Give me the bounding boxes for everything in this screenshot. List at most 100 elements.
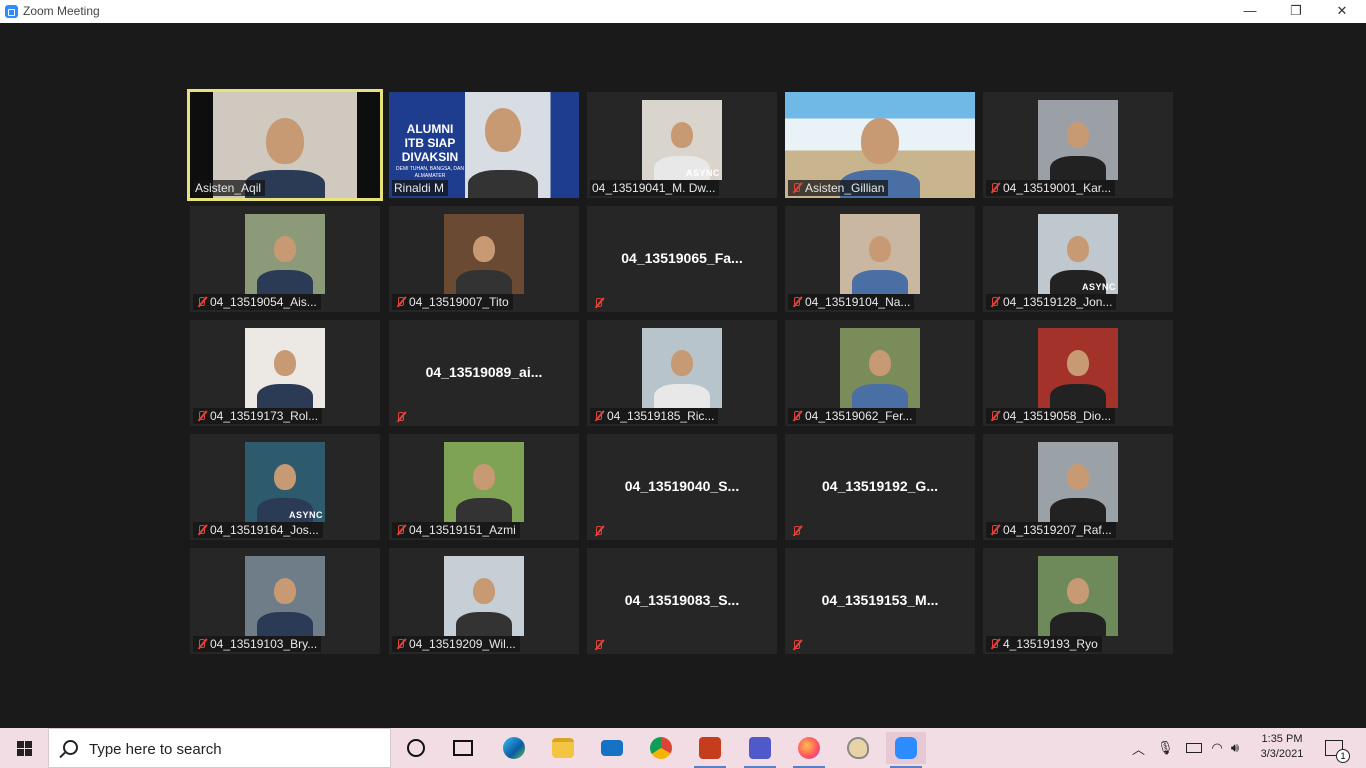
participant-tile[interactable]: 04_13519058_Dio... bbox=[983, 320, 1173, 426]
participant-name: 04_13519151_Azmi bbox=[409, 523, 516, 537]
notification-count: 1 bbox=[1336, 749, 1350, 763]
participant-body bbox=[468, 170, 538, 198]
teams-icon[interactable] bbox=[740, 732, 780, 768]
participant-body bbox=[257, 612, 313, 636]
participant-tile[interactable]: Asisten_Aqil bbox=[187, 89, 383, 201]
participant-face bbox=[1067, 578, 1089, 604]
participant-video bbox=[840, 214, 920, 294]
participant-tile[interactable]: ASYNC 04_13519128_Jon... bbox=[983, 206, 1173, 312]
zoom-app-icon bbox=[5, 5, 18, 18]
participant-tile[interactable]: 04_13519103_Bry... bbox=[190, 548, 380, 654]
participant-label: 04_13519103_Bry... bbox=[193, 636, 322, 652]
participant-body bbox=[852, 270, 908, 294]
participant-face bbox=[1067, 350, 1089, 376]
participant-label: 04_13519173_Rol... bbox=[193, 408, 323, 424]
participant-tile[interactable]: ASYNC 04_13519041_M. Dw... bbox=[587, 92, 777, 198]
participant-body bbox=[1050, 384, 1106, 408]
participant-tile[interactable]: ALUMNI ITB SIAP DIVAKSIN DEMI TUHAN, BANGSA… bbox=[389, 92, 579, 198]
close-button[interactable]: ✕ bbox=[1319, 0, 1365, 23]
participant-label bbox=[392, 410, 413, 424]
windows-logo-icon bbox=[17, 741, 24, 748]
battery-icon[interactable] bbox=[1185, 743, 1202, 753]
restore-button[interactable]: ❐ bbox=[1273, 0, 1319, 23]
show-hidden-icons-chevron-icon[interactable]: ︿ bbox=[1132, 739, 1145, 758]
wifi-icon[interactable]: ◠ bbox=[1212, 740, 1223, 756]
participant-label: 04_13519054_Ais... bbox=[193, 294, 321, 310]
participant-face bbox=[671, 122, 693, 148]
participant-name: Asisten_Gillian bbox=[805, 181, 885, 195]
participant-tile[interactable]: 04_13519007_Tito bbox=[389, 206, 579, 312]
file-explorer-icon[interactable] bbox=[543, 732, 583, 764]
taskbar-search-box[interactable]: Type here to search bbox=[48, 728, 391, 768]
cortana-icon[interactable] bbox=[396, 732, 436, 764]
participant-name: 04_13519001_Kar... bbox=[1003, 181, 1112, 195]
minimize-button[interactable]: — bbox=[1227, 0, 1273, 23]
participant-label: 4_13519193_Ryo bbox=[986, 636, 1102, 652]
mic-muted-icon bbox=[394, 638, 406, 650]
taskbar-clock[interactable]: 1:35 PM 3/3/2021 bbox=[1256, 732, 1308, 762]
mic-muted-icon bbox=[195, 524, 207, 536]
volume-icon[interactable]: 🔊︎ bbox=[1231, 740, 1239, 756]
participant-name: Rinaldi M bbox=[394, 181, 445, 195]
participant-label: 04_13519062_Fer... bbox=[788, 408, 917, 424]
participant-tile[interactable]: 04_13519153_M... bbox=[785, 548, 975, 654]
participant-label bbox=[788, 524, 809, 538]
participant-label: 04_13519164_Jos... bbox=[193, 522, 323, 538]
participant-tile[interactable]: 04_13519054_Ais... bbox=[190, 206, 380, 312]
powerpoint-icon[interactable] bbox=[690, 732, 730, 768]
task-view-icon[interactable] bbox=[443, 732, 483, 764]
paint-icon[interactable] bbox=[838, 732, 878, 764]
participant-label: 04_13519001_Kar... bbox=[986, 180, 1116, 196]
mic-muted-icon bbox=[988, 296, 1000, 308]
participant-tile[interactable]: 04_13519151_Azmi bbox=[389, 434, 579, 540]
participant-tile[interactable]: Asisten_Gillian bbox=[785, 92, 975, 198]
participant-body bbox=[654, 384, 710, 408]
mic-muted-icon bbox=[790, 182, 802, 194]
participant-name-display: 04_13519083_S... bbox=[624, 592, 740, 608]
participant-video bbox=[245, 556, 325, 636]
participant-tile[interactable]: 04_13519173_Rol... bbox=[190, 320, 380, 426]
participant-body bbox=[1050, 612, 1106, 636]
chrome-icon[interactable] bbox=[641, 732, 681, 764]
participant-video bbox=[444, 556, 524, 636]
async-watermark: ASYNC bbox=[1081, 282, 1116, 292]
participant-name: 4_13519193_Ryo bbox=[1003, 637, 1098, 651]
start-button[interactable] bbox=[0, 728, 48, 768]
participant-name: 04_13519058_Dio... bbox=[1003, 409, 1112, 423]
participant-tile[interactable]: 04_13519065_Fa... bbox=[587, 206, 777, 312]
participant-tile[interactable]: 04_13519001_Kar... bbox=[983, 92, 1173, 198]
participant-name: 04_13519041_M. Dw... bbox=[592, 181, 716, 195]
participant-tile[interactable]: 4_13519193_Ryo bbox=[983, 548, 1173, 654]
participant-name-display: 04_13519040_S... bbox=[624, 478, 740, 494]
participant-name: 04_13519103_Bry... bbox=[210, 637, 318, 651]
participant-tile[interactable]: 04_13519207_Raf... bbox=[983, 434, 1173, 540]
participant-video bbox=[245, 214, 325, 294]
participant-tile[interactable]: 04_13519062_Fer... bbox=[785, 320, 975, 426]
participant-tile[interactable]: 04_13519089_ai... bbox=[389, 320, 579, 426]
participant-label bbox=[590, 524, 611, 538]
participant-tile[interactable]: 04_13519209_Wil... bbox=[389, 548, 579, 654]
firefox-icon[interactable] bbox=[789, 732, 829, 768]
async-watermark: ASYNC bbox=[685, 168, 720, 178]
zoom-icon[interactable] bbox=[886, 732, 926, 768]
mic-muted-icon bbox=[592, 639, 604, 651]
participant-video bbox=[245, 328, 325, 408]
participant-tile[interactable]: 04_13519104_Na... bbox=[785, 206, 975, 312]
participant-tile[interactable]: 04_13519040_S... bbox=[587, 434, 777, 540]
edge-icon[interactable] bbox=[494, 732, 534, 764]
system-tray: ︿ 🎙︎ ◠ 🔊︎ bbox=[1132, 728, 1239, 768]
mic-muted-icon bbox=[592, 410, 604, 422]
microphone-icon[interactable]: 🎙︎ bbox=[1157, 740, 1174, 756]
participant-label: Asisten_Gillian bbox=[788, 180, 889, 196]
participant-tile[interactable]: 04_13519083_S... bbox=[587, 548, 777, 654]
participant-face bbox=[861, 118, 899, 164]
participant-body bbox=[456, 270, 512, 294]
participant-body bbox=[456, 612, 512, 636]
participant-tile[interactable]: 04_13519192_G... bbox=[785, 434, 975, 540]
mail-icon[interactable] bbox=[592, 732, 632, 764]
notifications-icon[interactable]: 1 bbox=[1316, 732, 1352, 764]
participant-tile[interactable]: ASYNC 04_13519164_Jos... bbox=[190, 434, 380, 540]
participant-tile[interactable]: 04_13519185_Ric... bbox=[587, 320, 777, 426]
participant-video bbox=[1038, 328, 1118, 408]
async-watermark: ASYNC bbox=[288, 510, 323, 520]
